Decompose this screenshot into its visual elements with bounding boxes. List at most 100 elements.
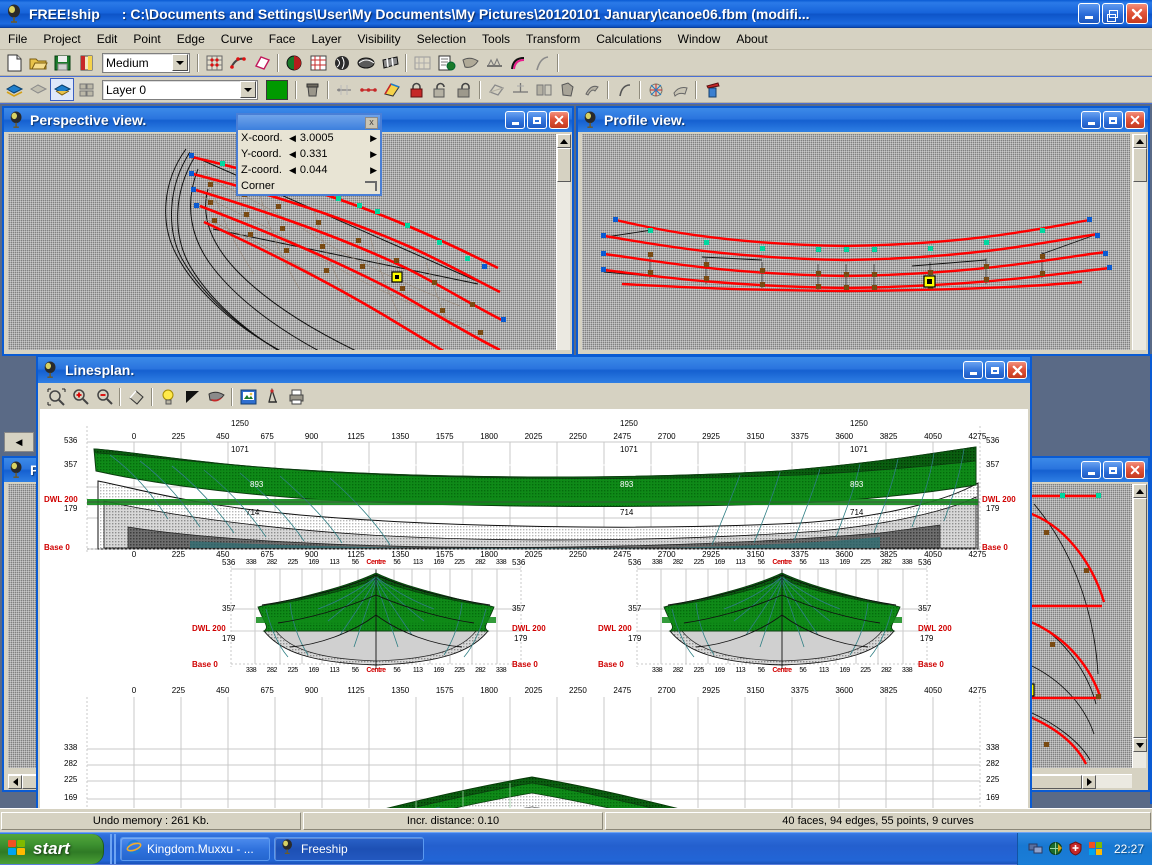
develop-plate-icon[interactable] <box>668 78 692 101</box>
chevron-down-icon[interactable] <box>172 54 188 71</box>
show-control-curves-icon[interactable] <box>226 51 250 74</box>
shade-icon[interactable] <box>282 51 306 74</box>
minimize-button[interactable] <box>505 111 525 129</box>
shade-developable-icon[interactable] <box>354 51 378 74</box>
z-coord-value[interactable]: 0.044 <box>296 164 370 176</box>
show-grid-icon[interactable] <box>306 51 330 74</box>
new-curve-icon[interactable] <box>612 78 636 101</box>
measure-icon[interactable] <box>260 386 284 409</box>
close-icon[interactable]: x <box>365 117 378 129</box>
maximize-button[interactable] <box>985 361 1005 379</box>
menu-item-selection[interactable]: Selection <box>409 30 474 48</box>
delete-icon[interactable] <box>300 78 324 101</box>
close-button[interactable] <box>1125 461 1145 479</box>
new-face-icon[interactable] <box>556 78 580 101</box>
plan-vscrollbar[interactable] <box>1132 484 1146 768</box>
zoom-out-icon[interactable] <box>92 386 116 409</box>
menu-item-face[interactable]: Face <box>261 30 304 48</box>
export-icon[interactable] <box>74 51 98 74</box>
lock-points-icon[interactable] <box>404 78 428 101</box>
increment-arrow-icon[interactable]: ▶ <box>370 149 377 160</box>
restore-button[interactable] <box>1102 3 1124 24</box>
flip-edge-icon[interactable] <box>484 78 508 101</box>
collapse-edge-icon[interactable] <box>332 78 356 101</box>
menu-item-edit[interactable]: Edit <box>89 30 126 48</box>
show-control-net-icon[interactable] <box>202 51 226 74</box>
shade-curvature-icon[interactable] <box>330 51 354 74</box>
decrement-arrow-icon[interactable]: ◀ <box>289 133 296 144</box>
menu-item-about[interactable]: About <box>728 30 775 48</box>
align-points-icon[interactable] <box>380 78 404 101</box>
zoom-extents-icon[interactable] <box>44 386 68 409</box>
menu-item-visibility[interactable]: Visibility <box>350 30 409 48</box>
scroll-up-button[interactable] <box>1133 134 1147 148</box>
zoom-in-icon[interactable] <box>68 386 92 409</box>
show-interior-edges-icon[interactable] <box>250 51 274 74</box>
decrement-arrow-icon[interactable]: ◀ <box>289 149 296 160</box>
windows-update-icon[interactable] <box>1088 841 1103 856</box>
profile-viewport[interactable] <box>582 134 1130 350</box>
menu-item-point[interactable]: Point <box>125 30 168 48</box>
new-layer-icon[interactable] <box>2 78 26 101</box>
maximize-button[interactable] <box>1103 461 1123 479</box>
unlock-all-points-icon[interactable] <box>452 78 476 101</box>
shield-globe-icon[interactable] <box>1048 841 1063 856</box>
linesplan-drawing[interactable]: 1250 1250 1250 1071 1071 1071 893 893 89… <box>40 409 1028 808</box>
shaded-hull-icon[interactable] <box>204 386 228 409</box>
layer-properties-icon[interactable] <box>50 78 74 101</box>
menu-item-project[interactable]: Project <box>35 30 88 48</box>
taskbar-item-freeship[interactable]: Freeship <box>274 837 424 861</box>
split-edge-icon[interactable] <box>508 78 532 101</box>
scroll-up-button[interactable] <box>557 134 571 148</box>
layer-color-swatch[interactable] <box>266 80 288 100</box>
scroll-left-button[interactable] <box>8 775 22 789</box>
y-coord-value[interactable]: 0.331 <box>296 148 370 160</box>
menu-item-calculations[interactable]: Calculations <box>588 30 669 48</box>
lightbulb-icon[interactable] <box>156 386 180 409</box>
extrude-edge-icon[interactable] <box>532 78 556 101</box>
unlock-points-icon[interactable] <box>428 78 452 101</box>
close-button[interactable] <box>1007 361 1027 379</box>
scroll-right-button[interactable] <box>1082 775 1096 789</box>
start-button[interactable]: start <box>0 834 104 864</box>
save-file-icon[interactable] <box>50 51 74 74</box>
menu-item-curve[interactable]: Curve <box>213 30 261 48</box>
x-coord-value[interactable]: 3.0005 <box>296 132 370 144</box>
paint-icon[interactable] <box>700 78 724 101</box>
scroll-thumb[interactable] <box>1133 148 1147 182</box>
scroll-thumb[interactable] <box>1133 498 1147 738</box>
insert-point-icon[interactable] <box>356 78 380 101</box>
chevron-down-icon[interactable] <box>240 81 256 98</box>
network-icon[interactable] <box>1028 841 1043 856</box>
minimize-button[interactable] <box>1081 111 1101 129</box>
close-button[interactable] <box>1125 111 1145 129</box>
maximize-button[interactable] <box>527 111 547 129</box>
menu-item-layer[interactable]: Layer <box>303 30 349 48</box>
increment-arrow-icon[interactable]: ▶ <box>370 165 377 176</box>
minimize-button[interactable] <box>1078 3 1100 24</box>
invert-face-icon[interactable] <box>580 78 604 101</box>
close-button[interactable] <box>1126 3 1148 24</box>
security-shield-icon[interactable] <box>1068 841 1083 856</box>
menu-item-file[interactable]: File <box>0 30 35 48</box>
layer-combo[interactable]: Layer 0 <box>102 80 258 100</box>
intersect-layers-icon[interactable] <box>644 78 668 101</box>
menu-item-edge[interactable]: Edge <box>169 30 213 48</box>
minimize-button[interactable] <box>1081 461 1101 479</box>
shade-zebra-icon[interactable] <box>378 51 402 74</box>
save-image-icon[interactable] <box>236 386 260 409</box>
menu-item-transform[interactable]: Transform <box>518 30 588 48</box>
new-file-icon[interactable] <box>2 51 26 74</box>
show-markers-icon[interactable] <box>482 51 506 74</box>
select-all-layer-faces-icon[interactable] <box>74 78 98 101</box>
precision-combo[interactable]: Medium <box>102 53 190 73</box>
show-hydrostatics-icon[interactable] <box>434 51 458 74</box>
taskbar-clock[interactable]: 22:27 <box>1114 842 1144 856</box>
profile-vscrollbar[interactable] <box>1132 134 1146 350</box>
show-curvature-plot-icon[interactable] <box>506 51 530 74</box>
scroll-left-icon[interactable]: ◀ <box>16 437 23 448</box>
close-button[interactable] <box>549 111 569 129</box>
show-hull-icon[interactable] <box>458 51 482 74</box>
print-icon[interactable] <box>284 386 308 409</box>
decrement-arrow-icon[interactable]: ◀ <box>289 165 296 176</box>
